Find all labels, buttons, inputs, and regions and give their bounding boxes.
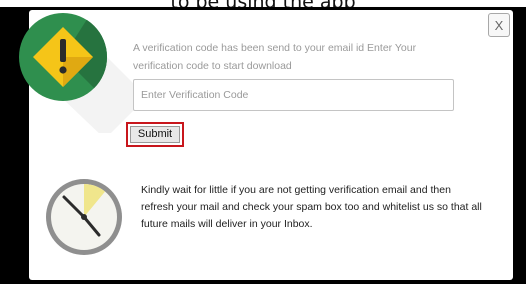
clock-icon bbox=[44, 177, 124, 257]
verification-code-input[interactable] bbox=[133, 79, 454, 111]
submit-button[interactable]: Submit bbox=[126, 122, 184, 147]
warning-icon bbox=[19, 13, 139, 133]
submit-button-label: Submit bbox=[130, 126, 180, 143]
spam-notice: Kindly wait for little if you are not ge… bbox=[141, 184, 482, 230]
verification-message: A verification code has been send to you… bbox=[133, 42, 417, 72]
close-button[interactable]: X bbox=[488, 13, 510, 37]
